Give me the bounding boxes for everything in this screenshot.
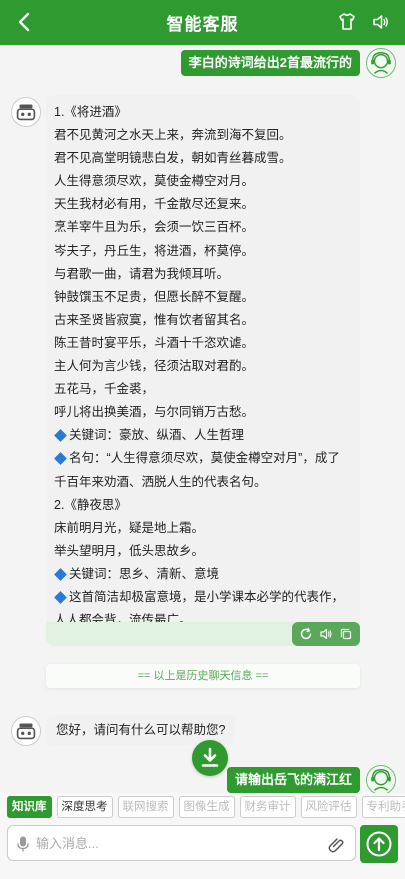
user-avatar <box>366 765 396 793</box>
message-line: 床前明月光，疑是地上霜。 <box>54 520 205 535</box>
poem-2-lines: 2.《静夜思》床前明月光，疑是地上霜。 举头望明月，低头思故乡。 <box>54 494 352 563</box>
user-avatar-icon <box>371 51 391 74</box>
user-message: 请输出岳飞的满江红 <box>226 767 360 793</box>
message-line: 岑夫子，丹丘生，将进酒，杯莫停。 <box>54 243 255 258</box>
paperclip-icon[interactable] <box>327 835 345 853</box>
page-title: 智能客服 <box>166 15 239 34</box>
tool-chip[interactable]: 财务审计 <box>239 795 296 818</box>
message-line: 举头望明月，低头思故乡。 <box>54 543 205 558</box>
speaker-icon[interactable] <box>319 627 333 641</box>
tool-chip[interactable]: 知识库 <box>7 795 52 818</box>
blue-diamond-icon <box>54 452 67 465</box>
keyword-line: 关键词：思乡、清新、意境 <box>54 563 352 586</box>
message-line: 1.《将进酒》 <box>54 105 127 119</box>
robot-icon <box>16 723 36 740</box>
bot-avatar <box>11 716 41 746</box>
robot-icon <box>16 104 36 121</box>
message-line: 呼儿将出换美酒，与尔同销万古愁。 <box>54 405 255 420</box>
message-line: 与君歌一曲，请君为我倾耳听。 <box>54 266 230 281</box>
input-row <box>0 820 405 879</box>
microphone-icon[interactable] <box>17 836 29 852</box>
message-input[interactable] <box>36 826 316 860</box>
chat-area[interactable]: 李白的诗词给出2首最流行的 1.《将进酒》君不见黄河之水天上来，奔流到海不复回。… <box>0 45 405 793</box>
message-line: 主人何为言少钱，径须沽取对君酌。 <box>54 359 255 374</box>
message-line: 人生得意须尽欢，莫使金樽空对月。 <box>54 174 255 189</box>
message-line: 君不见高堂明镜悲白发，朝如青丝暮成雪。 <box>54 151 292 166</box>
message-line: 君不见黄河之水天上来，奔流到海不复回。 <box>54 128 292 143</box>
up-arrow-circle-icon <box>366 831 392 857</box>
keyword-text: 关键词：豪放、纵酒、人生哲理 <box>69 428 245 443</box>
poem-1-lines: 1.《将进酒》君不见黄河之水天上来，奔流到海不复回。 君不见高堂明镜悲白发，朝如青… <box>54 101 352 424</box>
message-line: 烹羊宰牛且为乐，会须一饮三百杯。 <box>54 220 255 235</box>
back-arrow-icon[interactable] <box>14 9 36 35</box>
speaker-icon[interactable] <box>371 12 391 32</box>
quote-text: 名句：“人生得意须尽欢，莫使金樽空对月”，成了千百年来劝酒、洒脱人生的代表名句。 <box>54 451 340 489</box>
bot-avatar <box>11 97 41 127</box>
message-action-bar <box>46 622 360 646</box>
keyword-text: 关键词：思乡、清新、意境 <box>69 566 220 581</box>
message-line: 古来圣贤皆寂寞，惟有饮者留其名。 <box>54 312 255 327</box>
tool-chip[interactable]: 风险评估 <box>300 795 357 818</box>
user-message: 李白的诗词给出2首最流行的 <box>180 50 360 76</box>
tool-bar: 知识库深度思考联网搜索图像生成财务审计风险评估专利助手 <box>0 793 405 820</box>
user-message-text: 李白的诗词给出2首最流行的 <box>188 55 352 70</box>
history-divider: == 以上是历史聊天信息 == <box>46 664 360 688</box>
blue-diamond-icon <box>54 429 67 442</box>
user-message-text: 请输出岳飞的满江红 <box>234 772 352 787</box>
app-header: 智能客服 <box>0 0 405 45</box>
theme-shirt-icon[interactable] <box>337 12 357 32</box>
message-line: 钟鼓馔玉不足贵，但愿长醉不复醒。 <box>54 289 255 304</box>
message-line: 2.《静夜思》 <box>54 497 127 512</box>
user-avatar <box>366 48 396 78</box>
copy-icon[interactable] <box>339 627 353 641</box>
refresh-icon[interactable] <box>299 627 313 641</box>
message-line: 天生我材必有用，千金散尽还复来。 <box>54 197 255 212</box>
blue-diamond-icon <box>54 590 67 604</box>
blue-diamond-icon <box>54 567 67 581</box>
send-button[interactable] <box>360 825 398 863</box>
tool-chip[interactable]: 图像生成 <box>178 795 235 818</box>
message-actions <box>292 622 360 646</box>
tool-chip[interactable]: 专利助手 <box>361 795 405 818</box>
message-line: 陈王昔时宴平乐，斗酒十千恣欢谑。 <box>54 335 255 350</box>
keyword-line: 关键词：豪放、纵酒、人生哲理 <box>54 424 352 447</box>
scroll-to-bottom-button[interactable] <box>192 740 228 776</box>
message-input-box <box>7 825 356 861</box>
tool-chip[interactable]: 联网搜索 <box>117 795 174 818</box>
quote-line: 名句：“人生得意须尽欢，莫使金樽空对月”，成了千百年来劝酒、洒脱人生的代表名句。 <box>54 447 352 493</box>
message-line: 五花马，千金裘， <box>54 382 155 397</box>
tool-chip[interactable]: 深度思考 <box>56 795 113 818</box>
download-arrow-icon <box>201 747 219 767</box>
bot-message: 1.《将进酒》君不见黄河之水天上来，奔流到海不复回。 君不见高堂明镜悲白发，朝如青… <box>46 95 360 639</box>
user-avatar-icon <box>371 768 391 791</box>
